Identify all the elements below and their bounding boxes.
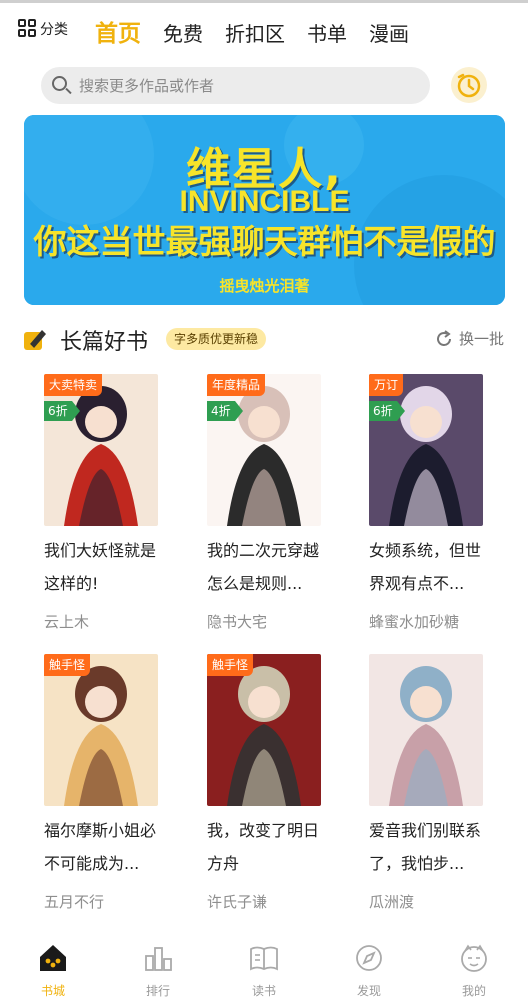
section-title: 长篇好书 [60, 330, 149, 355]
book-discount-badge: 4折 [207, 401, 243, 421]
category-button[interactable]: 分类 [18, 19, 68, 39]
top-tabs: 首页 免费 折扣区 书单 漫画 [95, 17, 431, 51]
book-cover[interactable]: 触手怪 [44, 654, 158, 806]
refresh-icon [437, 329, 451, 346]
ranking-icon [145, 947, 172, 971]
bottom-nav: 书城 排行 读书 发现 我的 [0, 935, 528, 999]
book-title[interactable]: 爱音我们别联系了，我怕步... [369, 814, 494, 880]
book-card[interactable]: 年度精品 4折 我的二次元穿越怎么是规则... 隐书大宅 [207, 374, 327, 634]
book-tag-badge: 年度精品 [207, 374, 266, 396]
book-title[interactable]: 我们大妖怪就是这样的! [44, 534, 169, 600]
banner-headline: 你这当世最强聊天群怕不是假的 [33, 222, 496, 261]
search-input[interactable] [79, 76, 409, 95]
nav-reading[interactable]: 读书 [234, 941, 294, 999]
search-bar[interactable] [41, 67, 430, 104]
book-discount-badge: 6折 [44, 401, 80, 421]
tab-free[interactable]: 免费 [163, 17, 203, 51]
book-card[interactable]: 触手怪 福尔摩斯小姐必不可能成为... 五月不行 [44, 654, 164, 914]
pencil-book-icon [24, 330, 46, 350]
search-icon [51, 75, 73, 97]
book-icon [250, 946, 278, 971]
book-cover[interactable] [369, 654, 483, 806]
book-author: 五月不行 [44, 893, 105, 911]
book-title[interactable]: 女频系统，但世界观有点不... [369, 534, 494, 600]
category-grid-icon [18, 19, 38, 39]
nav-label-discover: 发现 [356, 984, 381, 998]
book-card[interactable]: 爱音我们别联系了，我怕步... 瓜洲渡 [369, 654, 489, 914]
nav-label-bookstore: 书城 [40, 984, 65, 998]
book-cover[interactable]: 触手怪 [207, 654, 321, 806]
book-author: 瓜洲渡 [369, 893, 415, 911]
nav-label-profile: 我的 [461, 984, 486, 998]
section-header: 长篇好书 字多质优更新稳 换一批 [0, 320, 528, 360]
refresh-button[interactable]: 换一批 [434, 328, 504, 349]
book-tag-badge: 触手怪 [44, 654, 91, 676]
tab-discount[interactable]: 折扣区 [225, 17, 285, 51]
book-tag-badge: 万订 [369, 374, 404, 396]
book-author: 隐书大宅 [207, 613, 268, 631]
book-cover[interactable]: 大卖特卖 6折 [44, 374, 158, 526]
tab-home[interactable]: 首页 [95, 17, 141, 51]
book-author: 云上木 [44, 613, 90, 631]
book-tag-badge: 大卖特卖 [44, 374, 103, 396]
book-cover[interactable]: 万订 6折 [369, 374, 483, 526]
book-title[interactable]: 福尔摩斯小姐必不可能成为... [44, 814, 169, 880]
home-icon [40, 945, 66, 971]
nav-profile[interactable]: 我的 [444, 941, 504, 999]
section-badge: 字多质优更新稳 [166, 328, 267, 350]
tab-booklist[interactable]: 书单 [307, 17, 347, 51]
clock-icon [457, 73, 481, 98]
banner-author: 摇曳烛光泪著 [219, 277, 310, 295]
book-cover[interactable]: 年度精品 4折 [207, 374, 321, 526]
book-title[interactable]: 我，改变了明日方舟 [207, 814, 332, 880]
nav-ranking[interactable]: 排行 [128, 941, 188, 999]
nav-label-reading: 读书 [251, 984, 276, 998]
category-label: 分类 [40, 22, 68, 38]
compass-icon [356, 945, 382, 971]
nav-label-ranking: 排行 [145, 984, 170, 998]
book-author: 许氏子谦 [207, 893, 268, 911]
history-button[interactable] [451, 67, 487, 103]
promo-banner[interactable]: 维星人, INVINCIBLE 你这当世最强聊天群怕不是假的 摇曳烛光泪著 [24, 115, 505, 305]
tab-comics[interactable]: 漫画 [369, 17, 409, 51]
book-card[interactable]: 万订 6折 女频系统，但世界观有点不... 蜂蜜水加砂糖 [369, 374, 489, 634]
profile-icon [461, 944, 487, 972]
banner-subtitle-en: INVINCIBLE [179, 185, 350, 218]
book-discount-badge: 6折 [369, 401, 405, 421]
refresh-label: 换一批 [459, 330, 505, 348]
top-header: 分类 首页 免费 折扣区 书单 漫画 [0, 3, 528, 63]
book-card[interactable]: 大卖特卖 6折 我们大妖怪就是这样的! 云上木 [44, 374, 164, 634]
book-card[interactable]: 触手怪 我，改变了明日方舟 许氏子谦 [207, 654, 327, 914]
book-title[interactable]: 我的二次元穿越怎么是规则... [207, 534, 332, 600]
nav-discover[interactable]: 发现 [339, 941, 399, 999]
nav-bookstore[interactable]: 书城 [23, 941, 83, 999]
book-author: 蜂蜜水加砂糖 [369, 613, 460, 631]
book-tag-badge: 触手怪 [207, 654, 254, 676]
